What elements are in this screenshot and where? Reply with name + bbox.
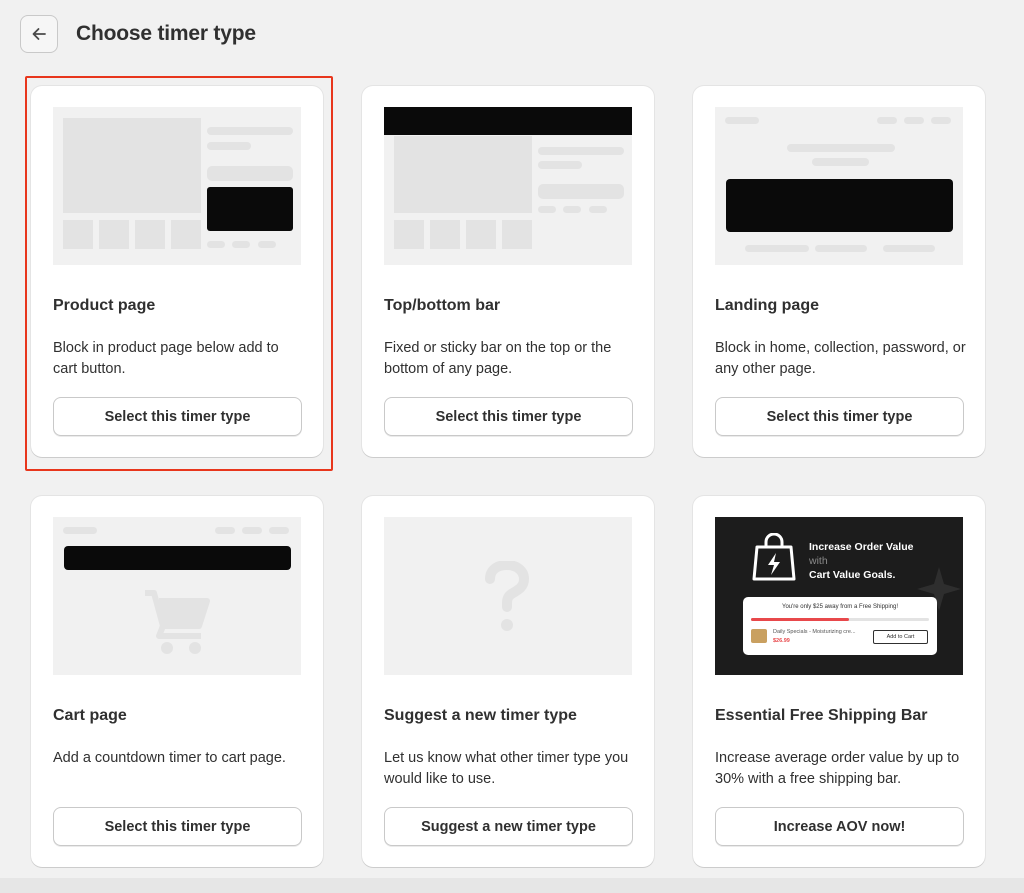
question-mark-icon [485,561,530,631]
select-timer-button[interactable]: Select this timer type [53,397,302,436]
card-product-page: Product page Block in product page below… [31,86,323,457]
select-timer-button[interactable]: Select this timer type [715,397,964,436]
arrow-left-icon [32,28,46,40]
card-suggest-timer: Suggest a new timer type Let us know wha… [362,496,654,867]
card-title: Cart page [53,707,127,724]
card-cart-page: Cart page Add a countdown timer to cart … [31,496,323,867]
promo-add-to-cart: Add to Cart [873,630,928,644]
card-top-bottom-bar: Top/bottom bar Fixed or sticky bar on th… [362,86,654,457]
card-title: Suggest a new timer type [384,707,577,724]
increase-aov-button[interactable]: Increase AOV now! [715,807,964,846]
landing-page-preview [715,107,963,265]
back-button[interactable] [20,15,58,53]
card-description: Block in product page below add to cart … [53,340,279,377]
bottom-scroll-edge [0,878,1024,893]
card-title: Landing page [715,297,819,314]
cart-page-preview [53,517,301,675]
card-free-shipping-bar: Increase Order Value with Cart Value Goa… [693,496,985,867]
product-thumbnail [751,629,767,643]
promo-progress-bar [751,618,929,621]
promo-product-name: Daily Specials - Moisturizing cre... [773,629,856,635]
select-timer-button[interactable]: Select this timer type [384,397,633,436]
free-shipping-promo-image: Increase Order Value with Cart Value Goa… [715,517,963,675]
card-title: Top/bottom bar [384,297,501,314]
promo-bar-text: You're only $25 away from a Free Shippin… [782,604,898,610]
card-landing-page: Landing page Block in home, collection, … [693,86,985,457]
promo-product-price: $26.99 [773,638,790,644]
card-description: Add a countdown timer to cart page. [53,750,286,766]
shopping-bag-bolt-icon [752,533,796,581]
card-title: Product page [53,297,156,314]
product-page-preview [53,107,301,265]
promo-progress-fill [751,618,849,621]
top-bottom-bar-preview [384,107,632,265]
promo-headline: Increase Order Value with Cart Value Goa… [809,541,914,581]
promo-shipping-card: You're only $25 away from a Free Shippin… [743,597,937,655]
card-description: Let us know what other timer type you wo… [384,750,629,787]
suggest-preview [384,517,632,675]
suggest-timer-button[interactable]: Suggest a new timer type [384,807,633,846]
page-title: Choose timer type [76,22,256,45]
select-timer-button[interactable]: Select this timer type [53,807,302,846]
card-description: Block in home, collection, password, or … [715,340,966,377]
card-description: Increase average order value by up to 30… [715,750,960,787]
page-header: Choose timer type [20,15,256,53]
card-description: Fixed or sticky bar on the top or the bo… [384,340,612,377]
shopping-cart-icon [145,590,210,654]
card-title: Essential Free Shipping Bar [715,707,928,724]
